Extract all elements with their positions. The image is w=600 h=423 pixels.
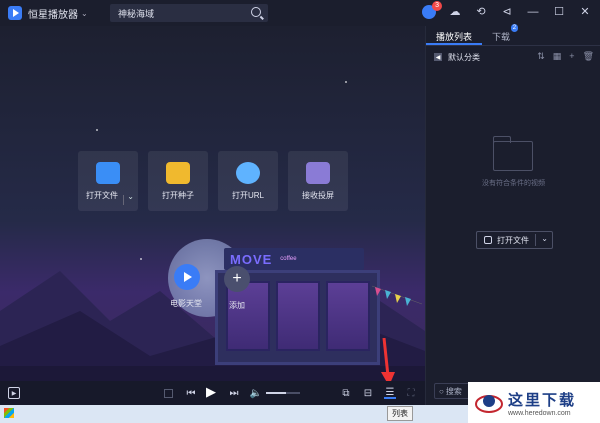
empty-folder-icon — [493, 136, 533, 171]
divider — [123, 195, 124, 205]
tab-playlist[interactable]: 播放列表 — [426, 26, 483, 45]
pin-icon[interactable]: ⊲ — [500, 5, 514, 19]
sign-coffee-text: coffee — [280, 256, 297, 262]
play-icon — [184, 272, 192, 282]
watermark-text: 这里下载 www.heredown.com — [508, 389, 576, 417]
screenshot-icon[interactable]: ⧉ — [340, 387, 352, 399]
maximize-icon[interactable]: ☐ — [552, 5, 566, 19]
side-tools: ⇅ ▦ + 🗑 — [537, 51, 594, 62]
tab-download[interactable]: 下载 2 — [482, 24, 520, 45]
shop-sign: MOVE coffee — [224, 248, 364, 270]
volume-slider[interactable] — [266, 392, 300, 394]
side-search-input[interactable]: ○ 搜索 — [434, 383, 472, 399]
list-icon[interactable]: ☰ — [384, 387, 396, 399]
bunting-flags-illustration — [372, 285, 422, 306]
receive-cast-label: 接收投屏 — [302, 190, 334, 200]
search-input[interactable] — [118, 8, 243, 18]
previous-icon[interactable]: ⏮ — [185, 387, 197, 399]
side-panel: 播放列表 下载 2 ◀ 默认分类 ⇅ ▦ + 🗑 没有符合条件的视频 打开文件 … — [425, 24, 600, 405]
open-torrent-button[interactable]: 打开种子 — [148, 151, 208, 211]
chevron-down-icon[interactable]: ⌄ — [127, 192, 134, 201]
watermark-url: www.heredown.com — [508, 409, 571, 417]
tab-download-label: 下载 — [492, 32, 511, 42]
watermark-logo-icon — [475, 394, 503, 413]
watermark-title: 这里下载 — [508, 390, 577, 409]
player-area[interactable]: MOVE coffee 电影天堂 + 添加 打开文件 ⌄ 打开种子 打开URL … — [0, 26, 425, 381]
category-row[interactable]: ◀ 默认分类 ⇅ ▦ + 🗑 — [426, 46, 600, 68]
add-label: 添加 — [229, 301, 245, 310]
grid-view-icon[interactable]: ▦ — [553, 51, 562, 62]
volume-icon[interactable]: 🔈 — [250, 387, 262, 399]
titlebar-icons: 3 ☁ ⟲ ⊲ — ☐ ✕ — [422, 1, 592, 19]
list-tooltip: 列表 — [387, 406, 413, 421]
minimize-icon[interactable]: — — [526, 5, 540, 19]
search-icon: ○ — [439, 386, 444, 396]
red-arrow-annotation — [381, 338, 395, 381]
play-icon[interactable]: ▶ — [205, 384, 217, 399]
star-decoration — [345, 81, 347, 83]
sync-icon[interactable]: ⟲ — [474, 5, 488, 19]
star-decoration — [96, 129, 98, 131]
torrent-icon — [166, 161, 190, 184]
open-file-button[interactable]: 打开文件 ⌄ — [78, 151, 138, 211]
shop-window — [326, 281, 370, 351]
search-box[interactable] — [110, 4, 268, 22]
sort-icon[interactable]: ⇅ — [537, 51, 545, 62]
category-label: 默认分类 — [448, 52, 480, 62]
open-url-label: 打开URL — [231, 190, 264, 200]
side-search-label: 搜索 — [445, 386, 462, 396]
toolbox-icon[interactable]: ⊟ — [362, 387, 374, 399]
open-torrent-label: 打开种子 — [162, 190, 194, 200]
search-icon[interactable] — [251, 7, 261, 17]
empty-state-text: 没有符合条件的视频 — [482, 180, 545, 187]
chevron-down-icon[interactable]: ⌄ — [541, 234, 548, 243]
add-button[interactable]: + — [224, 266, 250, 292]
app-logo-icon — [8, 6, 22, 20]
open-file-panel-label: 打开文件 — [497, 235, 529, 245]
playlist-toggle-icon[interactable]: ▶ — [8, 387, 20, 399]
notification-badge: 3 — [432, 1, 442, 11]
chevron-left-icon[interactable]: ◀ — [434, 53, 442, 61]
star-icon — [236, 161, 260, 184]
volume-fill — [266, 392, 287, 394]
control-bar: ▶ ⏮ ▶ ⏭ 🔈 ⧉ ⊟ ☰ ⛶ — [0, 381, 425, 405]
chevron-down-icon[interactable]: ⌄ — [81, 9, 88, 18]
cast-icon — [306, 161, 330, 184]
close-icon[interactable]: ✕ — [578, 5, 592, 19]
movie-heaven-button[interactable] — [174, 264, 200, 290]
quick-actions: 打开文件 ⌄ 打开种子 打开URL 接收投屏 — [78, 151, 348, 211]
shop-window — [276, 281, 320, 351]
stop-icon[interactable] — [164, 389, 173, 398]
open-file-panel-button[interactable]: 打开文件 ⌄ — [476, 231, 553, 249]
title-bar: 恒星播放器 ⌄ 3 ☁ ⟲ ⊲ — ☐ ✕ — [0, 0, 600, 26]
download-badge: 2 — [510, 24, 519, 32]
divider — [535, 234, 536, 246]
receive-cast-button[interactable]: 接收投屏 — [288, 151, 348, 211]
user-avatar-icon[interactable]: 3 — [422, 1, 442, 19]
open-url-button[interactable]: 打开URL — [218, 151, 278, 211]
movie-heaven-label: 电影天堂 — [170, 299, 202, 308]
cloud-upload-icon[interactable]: ☁ — [448, 5, 462, 19]
trash-icon[interactable]: 🗑 — [583, 51, 594, 62]
open-file-label: 打开文件 — [86, 190, 118, 200]
file-icon — [484, 236, 492, 244]
folder-icon — [96, 161, 120, 184]
windows-start-icon[interactable] — [4, 408, 14, 418]
app-title[interactable]: 恒星播放器 — [28, 6, 78, 21]
add-icon[interactable]: + — [569, 51, 574, 62]
watermark: 这里下载 www.heredown.com — [468, 382, 600, 423]
fullscreen-icon[interactable]: ⛶ — [405, 387, 417, 399]
side-tabs: 播放列表 下载 2 — [426, 24, 600, 46]
next-icon[interactable]: ⏭ — [228, 387, 240, 399]
sign-move-text: MOVE — [230, 251, 273, 267]
